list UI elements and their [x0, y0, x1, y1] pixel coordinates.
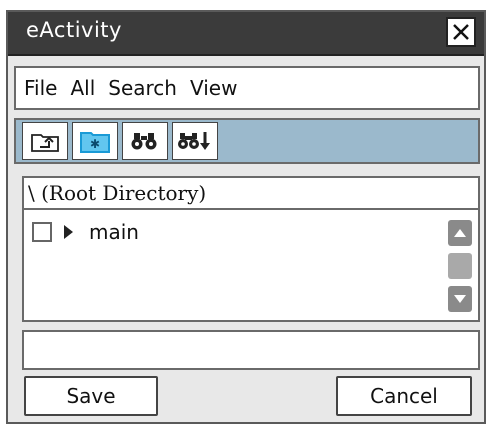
- list-item[interactable]: main: [32, 220, 139, 244]
- binoculars-icon: [131, 133, 157, 150]
- window-title: eActivity: [26, 18, 122, 42]
- search-next-button[interactable]: [172, 122, 218, 160]
- menu-search[interactable]: Search: [108, 76, 177, 100]
- new-folder-icon: ✱: [80, 132, 110, 153]
- folder-up-button[interactable]: [22, 122, 68, 160]
- search-button[interactable]: [122, 122, 168, 160]
- folder-up-icon: [31, 134, 59, 152]
- item-checkbox[interactable]: [32, 222, 52, 242]
- menu-bar: File All Search View: [14, 66, 480, 110]
- menu-file[interactable]: File: [24, 76, 57, 100]
- close-icon: [453, 24, 469, 40]
- title-bar: eActivity: [8, 12, 484, 56]
- close-button[interactable]: [446, 17, 476, 47]
- triangle-up-icon: [454, 229, 466, 237]
- save-button[interactable]: Save: [24, 376, 158, 416]
- new-folder-button[interactable]: ✱: [72, 122, 118, 160]
- scrollbar[interactable]: [448, 220, 472, 312]
- item-label[interactable]: main: [89, 220, 139, 244]
- scroll-up-button[interactable]: [448, 220, 472, 246]
- eactivity-dialog: eActivity File All Search View ✱ \ (Root…: [6, 10, 486, 424]
- menu-all[interactable]: All: [70, 76, 95, 100]
- current-path: \ (Root Directory): [22, 176, 480, 210]
- menu-view[interactable]: View: [190, 76, 237, 100]
- cancel-button[interactable]: Cancel: [336, 376, 472, 416]
- search-next-icon: [178, 132, 210, 150]
- scroll-thumb[interactable]: [448, 253, 472, 279]
- scroll-down-button[interactable]: [448, 286, 472, 312]
- filename-field[interactable]: [22, 330, 480, 370]
- toolbar: ✱: [14, 118, 480, 164]
- triangle-down-icon: [454, 295, 466, 303]
- expand-arrow-icon[interactable]: [64, 225, 73, 239]
- svg-text:✱: ✱: [90, 137, 100, 151]
- file-list: main: [22, 210, 480, 322]
